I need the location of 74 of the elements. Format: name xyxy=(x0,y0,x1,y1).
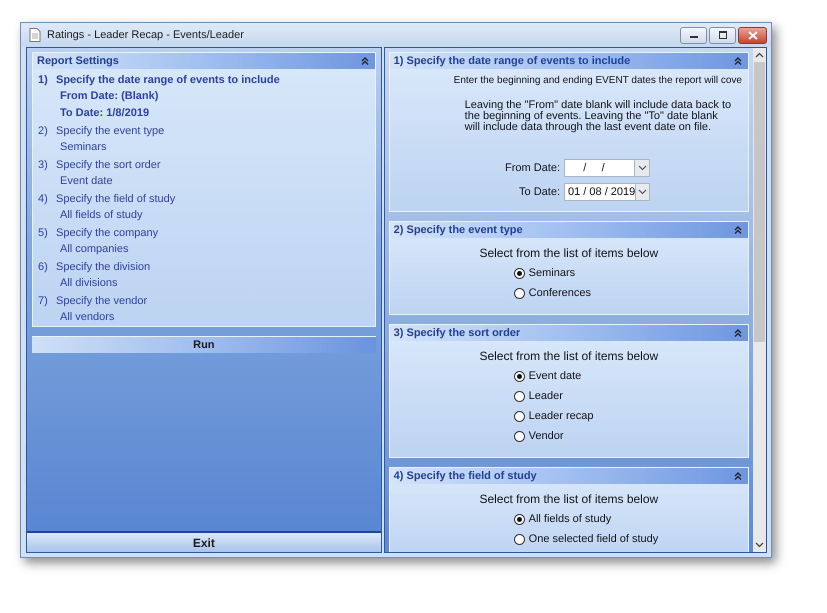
date-field[interactable]: 01 / 08 / 2019 xyxy=(564,183,650,201)
minimize-button[interactable] xyxy=(680,26,707,44)
step-number: 4) xyxy=(38,192,49,204)
radio-button[interactable] xyxy=(514,370,525,382)
radio-button[interactable] xyxy=(514,288,525,298)
option-label[interactable]: Seminars xyxy=(528,267,576,279)
step-title[interactable]: Specify the event type xyxy=(56,124,164,136)
step-value: All vendors xyxy=(59,310,116,325)
prompt-text: Select from the list of items below xyxy=(478,492,660,506)
option-label[interactable]: Event date xyxy=(528,370,582,382)
close-button[interactable] xyxy=(738,26,767,44)
scroll-up-icon[interactable] xyxy=(755,52,764,58)
maximize-icon[interactable] xyxy=(718,31,728,39)
field-label: From Date: xyxy=(504,162,560,174)
dropdown-button[interactable] xyxy=(634,160,649,176)
option-label[interactable]: Leader recap xyxy=(528,410,594,422)
radio-button[interactable] xyxy=(514,410,525,422)
step-number: 3) xyxy=(38,158,49,170)
step-number: 6) xyxy=(38,260,49,272)
step-title[interactable]: Specify the sort order xyxy=(56,158,161,170)
scroll-down-icon[interactable] xyxy=(755,542,764,548)
radio-button[interactable] xyxy=(514,390,525,402)
section-title: 4) Specify the field of study xyxy=(394,470,537,482)
collapse-icon[interactable] xyxy=(734,329,742,337)
option-label[interactable]: One selected field of study xyxy=(528,533,658,545)
panel-title: Report Settings xyxy=(37,55,119,67)
section-title: 2) Specify the event type xyxy=(394,224,523,236)
step-number: 7) xyxy=(38,294,49,306)
prompt-text: Select from the list of items below xyxy=(478,246,660,260)
option-label[interactable]: All fields of study xyxy=(528,513,612,525)
field-label: To Date: xyxy=(519,186,560,198)
dropdown-button[interactable] xyxy=(635,184,649,200)
collapse-icon[interactable] xyxy=(734,57,742,65)
scroll-thumb[interactable] xyxy=(754,62,765,342)
section-title: 3) Specify the sort order xyxy=(394,327,520,339)
step-value: Event date xyxy=(59,174,114,189)
step-value: From Date: (Blank) xyxy=(59,89,160,104)
step-value: Seminars xyxy=(59,140,108,155)
step-title[interactable]: Specify the division xyxy=(56,260,150,272)
scrollbar[interactable] xyxy=(753,48,766,552)
step-value: All companies xyxy=(59,242,130,257)
step-title[interactable]: Specify the date range of events to include xyxy=(56,74,280,86)
radio-button[interactable] xyxy=(514,268,525,278)
close-icon[interactable] xyxy=(748,30,758,40)
collapse-icon[interactable] xyxy=(360,57,369,65)
option-label[interactable]: Conferences xyxy=(528,287,592,299)
collapse-icon[interactable] xyxy=(734,472,742,480)
option-label[interactable]: Leader xyxy=(528,390,563,402)
caret-icon[interactable] xyxy=(638,189,648,195)
instruction-text: Enter the beginning and ending EVENT dates the report will cove xyxy=(454,75,742,86)
window-title: Ratings - Leader Recap - Events/Leader xyxy=(47,29,245,41)
document-icon xyxy=(29,28,41,42)
collapse-icon[interactable] xyxy=(734,226,742,234)
step-value: All fields of study xyxy=(59,208,144,223)
step-value: All divisions xyxy=(59,276,118,291)
step-title[interactable]: Specify the vendor xyxy=(56,294,148,306)
step-value: To Date: 1/8/2019 xyxy=(59,106,150,121)
step-number: 2) xyxy=(38,124,49,136)
radio-button[interactable] xyxy=(514,534,525,544)
step-title[interactable]: Specify the field of study xyxy=(56,192,176,204)
option-label[interactable]: Vendor xyxy=(528,430,564,442)
run-button[interactable]: Run xyxy=(32,336,376,353)
caret-icon[interactable] xyxy=(638,165,646,171)
step-number: 5) xyxy=(38,226,49,238)
prompt-text: Select from the list of items below xyxy=(478,349,660,363)
radio-button[interactable] xyxy=(514,430,525,442)
date-field[interactable]: / / xyxy=(564,159,650,177)
section-title: 1) Specify the date range of events to include xyxy=(394,55,630,67)
instruction-text: Leaving the "From" date blank will include data back to the beginning of events. Leaving the "To" date blank will include data through the last event date on file. xyxy=(464,100,732,133)
step-title[interactable]: Specify the company xyxy=(56,226,158,238)
step-number: 1) xyxy=(38,74,49,86)
maximize-button[interactable] xyxy=(709,26,736,44)
exit-button[interactable]: Exit xyxy=(27,531,381,552)
radio-button[interactable] xyxy=(514,514,525,524)
